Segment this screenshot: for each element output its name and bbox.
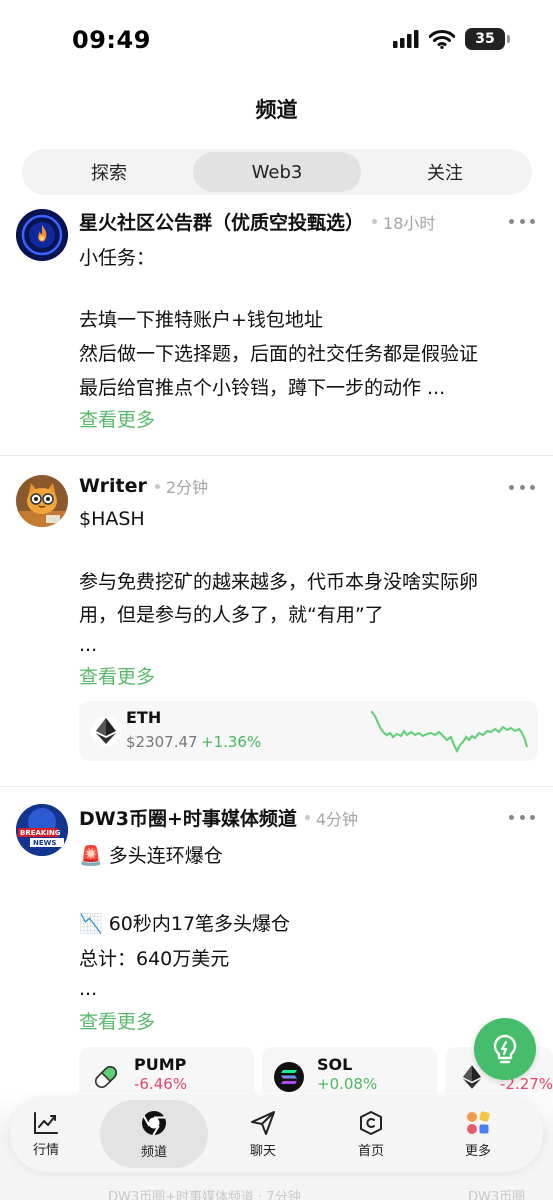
post-text-line: $HASH <box>79 508 145 530</box>
battery-indicator: 35 <box>465 28 510 50</box>
nav-more[interactable]: 更多 <box>433 1096 523 1172</box>
avatar[interactable] <box>16 475 68 527</box>
ghost-text: DW3币圈 <box>468 1190 526 1200</box>
ghost-text: DW3币圈+时事媒体频道 · 7分钟 <box>108 1190 301 1200</box>
svg-text:NEWS: NEWS <box>33 839 56 847</box>
post-author[interactable]: DW3币圈+时事媒体频道 <box>79 804 297 831</box>
apps-grid-icon <box>467 1110 490 1134</box>
avatar[interactable]: BREAKING NEWS <box>16 804 68 856</box>
post-text-line: ... <box>79 634 98 656</box>
post-text-line: 总计：640万美元 <box>79 948 230 970</box>
post-author[interactable]: Writer <box>79 475 147 497</box>
separator-dot <box>304 815 310 820</box>
nav-channel[interactable]: 频道 <box>100 1100 208 1168</box>
nav-market[interactable]: 行情 <box>1 1096 91 1172</box>
separator-dot <box>154 483 160 489</box>
nav-label: 频道 <box>140 1144 167 1160</box>
status-bar: 09:49 35 <box>0 0 553 80</box>
post-text-line: 最后给官推点个小铃铛，蹲下一步的动作 ... <box>79 377 446 399</box>
post-author[interactable]: 星火社区公告群（优质空投甄选） <box>79 208 364 235</box>
divider <box>0 786 553 787</box>
breaking-news-icon: BREAKING NEWS <box>16 804 68 856</box>
token-change: -6.46% <box>134 1075 188 1093</box>
see-more-link[interactable]: 查看更多 <box>79 1007 155 1034</box>
post-time: 18小时 <box>383 213 436 233</box>
wifi-icon <box>429 29 455 49</box>
token-change: +0.08% <box>317 1075 378 1093</box>
channel-segment: 探索 Web3 关注 <box>22 149 532 195</box>
post-text-line: ... <box>79 978 98 1000</box>
nav-label: 更多 <box>464 1143 491 1159</box>
see-more-link[interactable]: 查看更多 <box>79 662 155 689</box>
tab-explore[interactable]: 探索 <box>25 152 193 192</box>
page-title: 频道 <box>255 98 298 122</box>
nav-home[interactable]: 首页 <box>326 1096 416 1172</box>
token-price: $2307.47 <box>126 733 198 751</box>
pill-icon <box>91 1062 121 1092</box>
channel-icon <box>142 1110 166 1136</box>
post-header: Writer 2分钟 <box>79 474 208 498</box>
token-change: +1.36% <box>201 733 262 751</box>
token-card-eth[interactable]: ETH $2307.47 +1.36% <box>79 701 538 761</box>
more-options-icon[interactable] <box>509 216 535 226</box>
more-options-icon[interactable] <box>509 482 535 492</box>
post-text-line: 用，但是参与的人多了，就“有用”了 <box>79 604 384 626</box>
more-options-icon[interactable] <box>509 812 535 822</box>
post-time: 2分钟 <box>165 478 209 497</box>
avatar[interactable] <box>16 209 68 261</box>
post-text-line: 🚨 多头连环爆仓 <box>79 845 223 867</box>
sparkline-chart <box>371 710 528 754</box>
bottom-nav: 行情 频道 聊天 首页 更多 <box>10 1096 543 1172</box>
token-symbol: SOL <box>317 1055 353 1074</box>
lightbulb-icon <box>493 1034 517 1064</box>
tab-follow[interactable]: 关注 <box>361 152 529 192</box>
home-coin-icon <box>360 1110 382 1135</box>
post-header: 星火社区公告群（优质空投甄选） 18小时 <box>79 208 435 235</box>
ethereum-icon <box>91 716 121 746</box>
post-header: DW3币圈+时事媒体频道 4分钟 <box>79 804 358 831</box>
post-text-line: 小任务： <box>79 247 156 269</box>
status-time: 09:49 <box>72 26 151 54</box>
post-text-line: 📉 60秒内17笔多头爆仓 <box>79 913 291 935</box>
token-symbol: ETH <box>126 708 162 727</box>
status-icons: 35 <box>393 28 510 50</box>
solana-icon <box>274 1062 304 1092</box>
nav-label: 行情 <box>32 1142 59 1158</box>
spark-logo-icon <box>16 209 68 261</box>
svg-text:BREAKING: BREAKING <box>20 829 61 837</box>
post-time: 4分钟 <box>315 809 359 829</box>
see-more-link[interactable]: 查看更多 <box>79 405 155 432</box>
market-chart-icon <box>34 1111 58 1134</box>
nav-label: 首页 <box>357 1143 384 1159</box>
post-text-line: 参与免费挖矿的越来越多，代币本身没啥实际卵 <box>79 571 479 593</box>
nav-chat[interactable]: 聊天 <box>218 1096 308 1172</box>
separator-dot <box>372 219 378 224</box>
cellular-signal-icon <box>393 30 419 48</box>
divider <box>0 455 553 456</box>
post-text-line: 然后做一下选择题，后面的社交任务都是假验证 <box>79 343 479 365</box>
cat-avatar-icon <box>16 475 68 527</box>
send-icon <box>251 1110 275 1135</box>
token-symbol: PUMP <box>134 1055 187 1074</box>
nav-label: 聊天 <box>249 1143 276 1159</box>
tab-web3[interactable]: Web3 <box>193 152 361 192</box>
post-text-line: 去填一下推特账户+钱包地址 <box>79 309 323 331</box>
ai-assistant-button[interactable] <box>474 1018 536 1080</box>
